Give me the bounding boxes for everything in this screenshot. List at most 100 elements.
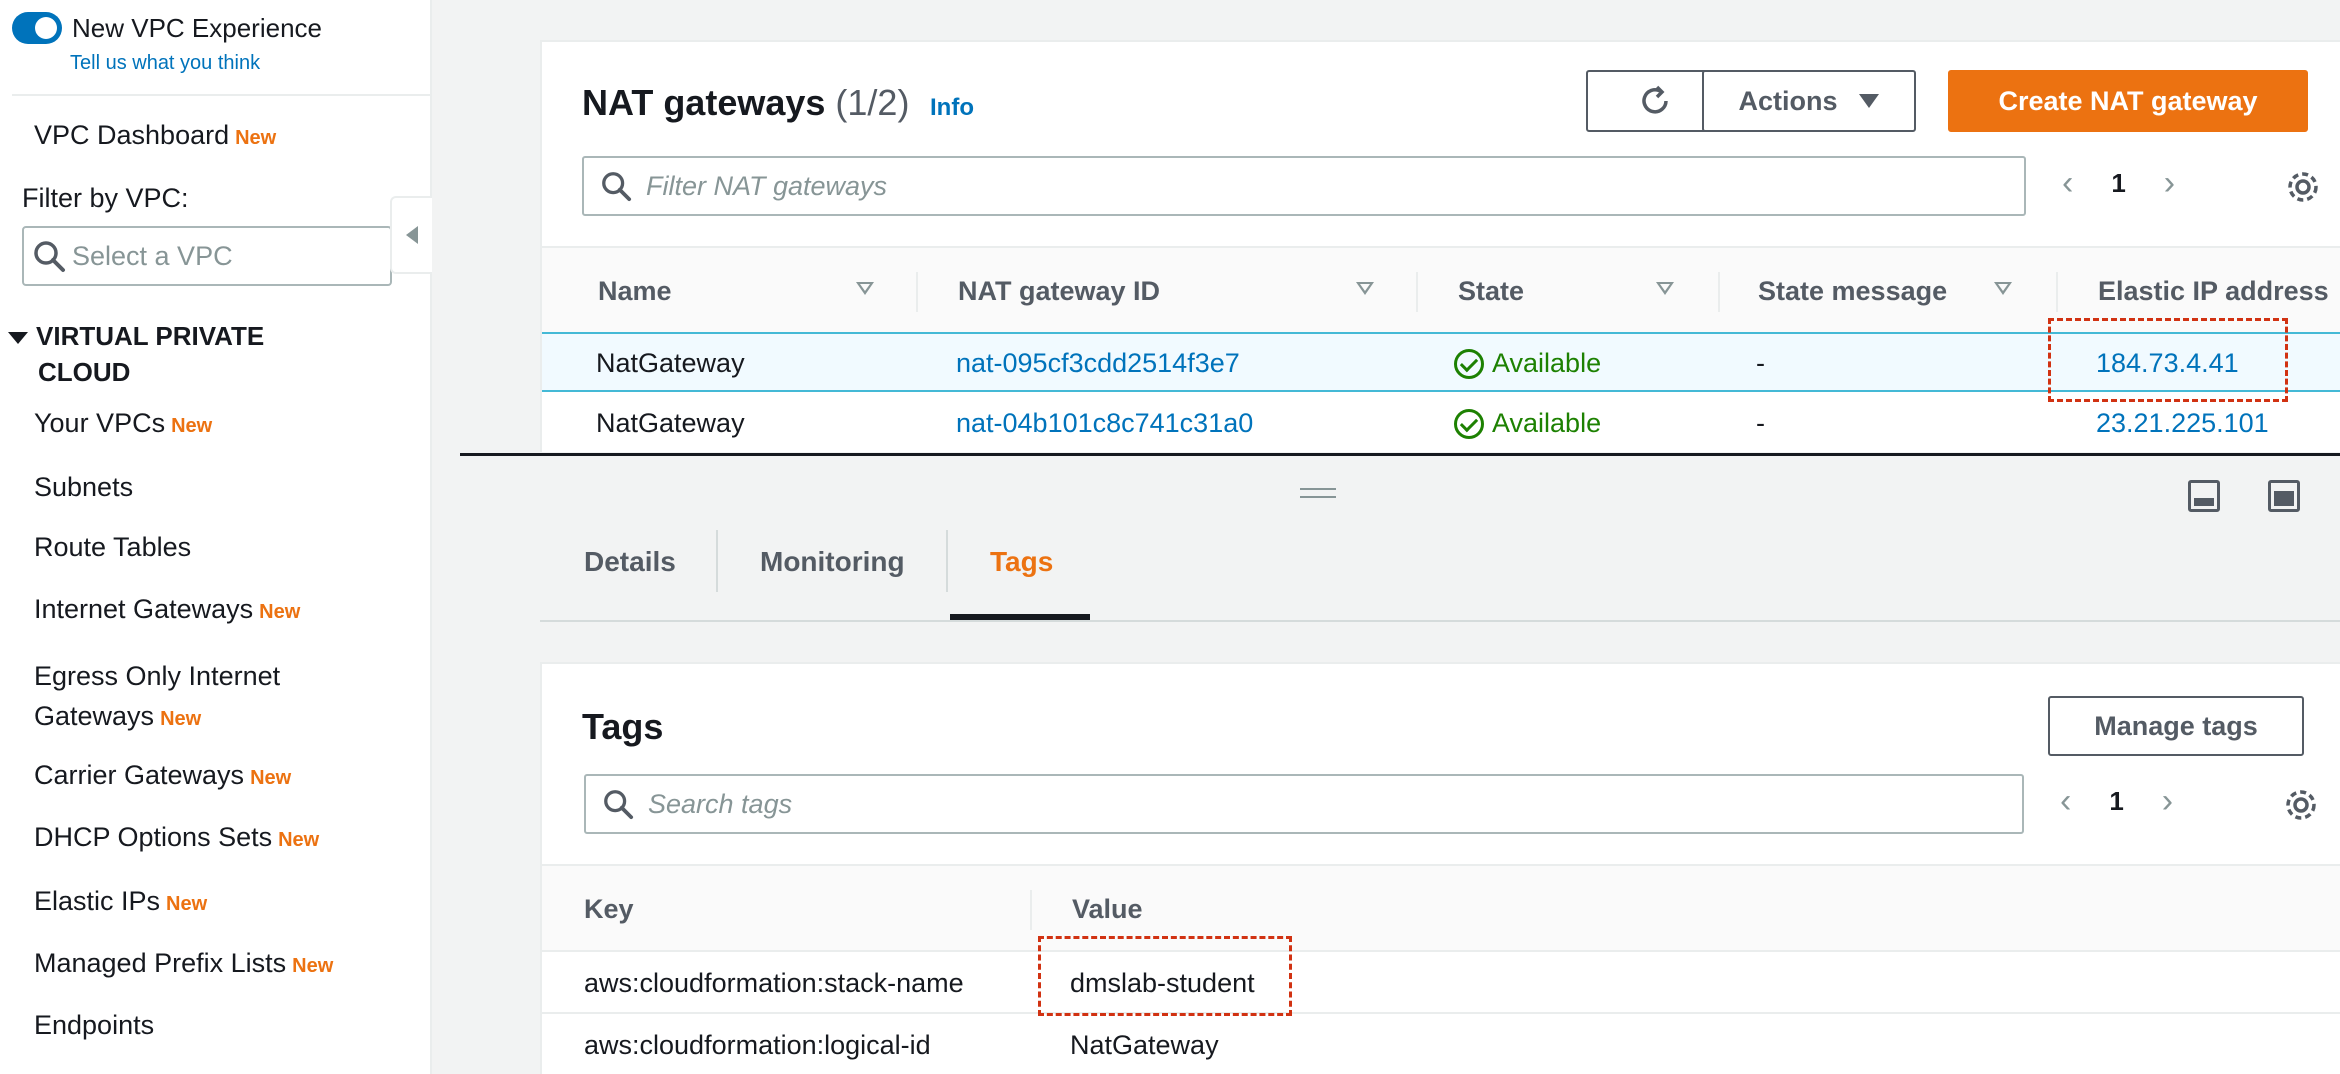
nat-gateway-id-link[interactable]: nat-04b101c8c741c31a0 — [956, 408, 1253, 439]
sidebar-item-your-vpcs[interactable]: Your VPCs New — [34, 408, 212, 439]
page-title-text: NAT gateways — [582, 82, 826, 123]
sidebar-item-route-tables[interactable]: Route Tables — [34, 532, 191, 563]
column-divider[interactable] — [916, 272, 918, 312]
new-vpc-experience-toggle-row: New VPC Experience — [12, 12, 322, 44]
split-bottom-icon[interactable] — [2188, 480, 2220, 512]
cell-state-message: - — [1756, 348, 1765, 378]
split-full-icon[interactable] — [2268, 480, 2300, 512]
column-header-nat-gateway-id[interactable]: NAT gateway ID — [958, 276, 1160, 307]
sort-icon[interactable] — [1356, 282, 1374, 295]
actions-label: Actions — [1738, 85, 1838, 116]
prev-page-button[interactable]: ‹ — [2062, 164, 2073, 203]
column-header-key: Key — [584, 894, 634, 924]
tags-table-header: Key Value — [542, 864, 2340, 952]
settings-gear-icon[interactable] — [2282, 786, 2320, 824]
sidebar-item-label: Elastic IPs — [34, 886, 161, 916]
column-header-state-message[interactable]: State message — [1758, 276, 1947, 307]
tabs-bar — [540, 620, 2340, 622]
vpc-select[interactable]: Select a VPC — [22, 226, 392, 286]
new-badge: New — [259, 601, 301, 623]
search-tags-placeholder: Search tags — [648, 788, 793, 819]
tab-monitoring[interactable]: Monitoring — [760, 546, 905, 578]
state-status: Available — [1454, 348, 1601, 379]
refresh-icon — [1642, 85, 1668, 114]
prev-page-button[interactable]: ‹ — [2060, 782, 2071, 821]
nat-gateway-id-link[interactable]: nat-095cf3cdd2514f3e7 — [956, 348, 1240, 379]
sidebar-item-label: Your VPCs — [34, 408, 166, 438]
section-virtual-private-cloud[interactable]: VIRTUAL PRIVATE CLOUD — [8, 318, 264, 390]
new-badge: New — [250, 767, 292, 789]
filter-by-vpc-label: Filter by VPC: — [22, 183, 189, 213]
sidebar-item-managed-prefix-lists[interactable]: Managed Prefix Lists New — [34, 948, 333, 979]
search-icon — [34, 241, 65, 272]
new-badge: New — [171, 415, 213, 437]
column-header-state[interactable]: State — [1458, 276, 1524, 307]
next-page-button[interactable]: › — [2162, 782, 2173, 821]
tab-details[interactable]: Details — [584, 546, 676, 578]
actions-dropdown[interactable]: Actions — [1702, 70, 1916, 132]
sidebar-item-label: VPC Dashboard — [34, 120, 230, 150]
sidebar-item-label: Egress Only Internet — [34, 661, 281, 691]
split-panel-divider[interactable] — [460, 453, 2340, 456]
cell-name: NatGateway — [596, 408, 745, 438]
highlight-stack-name-annotation — [1038, 936, 1292, 1016]
tab-tags[interactable]: Tags — [990, 546, 1053, 578]
sidebar-nav: New VPC Experience Tell us what you thin… — [0, 0, 432, 1074]
settings-gear-icon[interactable] — [2284, 168, 2322, 206]
caret-down-icon — [8, 332, 28, 345]
sidebar-item-vpc-dashboard[interactable]: VPC Dashboard New — [34, 120, 276, 151]
vpc-select-placeholder: Select a VPC — [72, 240, 233, 271]
column-divider[interactable] — [1416, 272, 1418, 312]
tab-divider — [716, 530, 718, 592]
search-icon — [604, 790, 634, 820]
filter-placeholder: Filter NAT gateways — [646, 170, 888, 201]
sidebar-item-egress-only-internet-gateways[interactable]: Egress Only Internet Gateways New — [34, 656, 280, 739]
tag-key: aws:cloudformation:stack-name — [584, 968, 964, 998]
sidebar-item-elastic-ips[interactable]: Elastic IPs New — [34, 886, 207, 917]
column-divider[interactable] — [1030, 890, 1032, 930]
manage-tags-button[interactable]: Manage tags — [2048, 696, 2304, 756]
new-vpc-experience-toggle[interactable] — [12, 12, 62, 44]
sidebar-item-dhcp-options-sets[interactable]: DHCP Options Sets New — [34, 822, 319, 853]
sort-icon[interactable] — [856, 282, 874, 295]
selection-count: (1/2) — [835, 82, 910, 123]
sidebar-item-label: Subnets — [34, 472, 134, 502]
sort-icon[interactable] — [1994, 282, 2012, 295]
sidebar-item-label: Gateways — [34, 701, 155, 731]
sidebar-item-label: Route Tables — [34, 532, 192, 562]
current-page[interactable]: 1 — [2109, 786, 2123, 817]
filter-nat-gateways-input[interactable]: Filter NAT gateways — [582, 156, 2026, 216]
table-row[interactable]: NatGateway nat-04b101c8c741c31a0 Availab… — [542, 394, 2340, 454]
column-header-elastic-ip-address[interactable]: Elastic IP address — [2098, 276, 2329, 307]
column-divider[interactable] — [2056, 272, 2058, 312]
state-label: Available — [1492, 408, 1602, 438]
caret-left-icon — [406, 226, 418, 244]
search-tags-input[interactable]: Search tags — [584, 774, 2024, 834]
tab-divider — [946, 530, 948, 592]
sidebar-item-label: Internet Gateways — [34, 594, 254, 624]
current-page[interactable]: 1 — [2111, 168, 2125, 199]
new-badge: New — [278, 829, 320, 851]
elastic-ip-link[interactable]: 23.21.225.101 — [2096, 408, 2269, 439]
collapse-sidebar-button[interactable] — [390, 196, 432, 274]
drag-handle-icon[interactable] — [1300, 488, 1336, 498]
sidebar-item-carrier-gateways[interactable]: Carrier Gateways New — [34, 760, 291, 791]
column-divider[interactable] — [1718, 272, 1720, 312]
sort-icon[interactable] — [1656, 282, 1674, 295]
table-row: aws:cloudformation:logical-id NatGateway — [542, 1016, 2340, 1074]
info-link[interactable]: Info — [930, 94, 974, 122]
sidebar-item-subnets[interactable]: Subnets — [34, 472, 133, 503]
feedback-link[interactable]: Tell us what you think — [70, 52, 260, 75]
sidebar-item-label: Carrier Gateways — [34, 760, 245, 790]
sidebar-item-endpoints[interactable]: Endpoints — [34, 1010, 154, 1041]
state-status: Available — [1454, 408, 1601, 439]
search-icon — [602, 172, 632, 202]
tags-title: Tags — [582, 706, 664, 747]
toggle-label: New VPC Experience — [72, 12, 322, 43]
next-page-button[interactable]: › — [2164, 164, 2175, 203]
column-header-name[interactable]: Name — [598, 276, 672, 307]
create-nat-gateway-button[interactable]: Create NAT gateway — [1948, 70, 2308, 132]
check-circle-icon — [1454, 348, 1484, 379]
tag-key: aws:cloudformation:logical-id — [584, 1030, 931, 1060]
sidebar-item-internet-gateways[interactable]: Internet Gateways New — [34, 594, 300, 625]
